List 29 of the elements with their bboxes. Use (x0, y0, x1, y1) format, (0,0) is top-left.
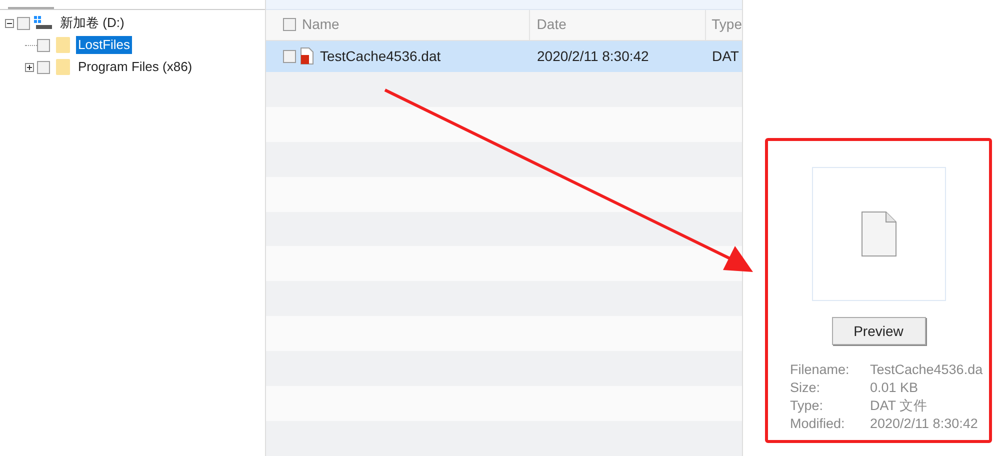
checkbox[interactable] (283, 50, 296, 63)
checkbox[interactable] (37, 38, 50, 52)
checkbox[interactable] (17, 16, 30, 30)
file-date: 2020/2/11 8:30:42 (536, 46, 650, 66)
checkbox[interactable] (283, 18, 296, 32)
tree-item[interactable]: 新加卷 (D:) (58, 14, 126, 32)
file-icon (860, 211, 896, 257)
file-name: TestCache4536.dat (320, 46, 441, 66)
field-label: Filename: (790, 361, 850, 379)
file-icon (300, 47, 314, 66)
tab-underline (8, 7, 54, 9)
field-value: 2020/2/11 8:30:42 (870, 415, 979, 433)
folder-icon (56, 59, 70, 75)
file-type: DAT (711, 46, 739, 66)
field-label: Modified: (790, 415, 846, 433)
expand-icon[interactable] (25, 62, 34, 72)
checkbox[interactable] (37, 60, 50, 74)
field-value: 0.01 KB (870, 379, 920, 397)
tree-item[interactable]: LostFiles (76, 36, 132, 54)
preview-button[interactable]: Preview (832, 317, 926, 345)
field-label: Size: (790, 379, 822, 397)
tree-item[interactable]: Program Files (x86) (76, 58, 194, 76)
drive-icon (34, 16, 52, 30)
file-row[interactable]: TestCache4536.dat 2020/2/11 8:30:42 DAT (266, 40, 742, 72)
collapse-icon[interactable] (5, 18, 14, 28)
field-value: TestCache4536.da (870, 361, 983, 379)
folder-icon (56, 37, 70, 53)
field-label: Type: (790, 397, 824, 415)
field-value: DAT 文件 (870, 397, 929, 415)
